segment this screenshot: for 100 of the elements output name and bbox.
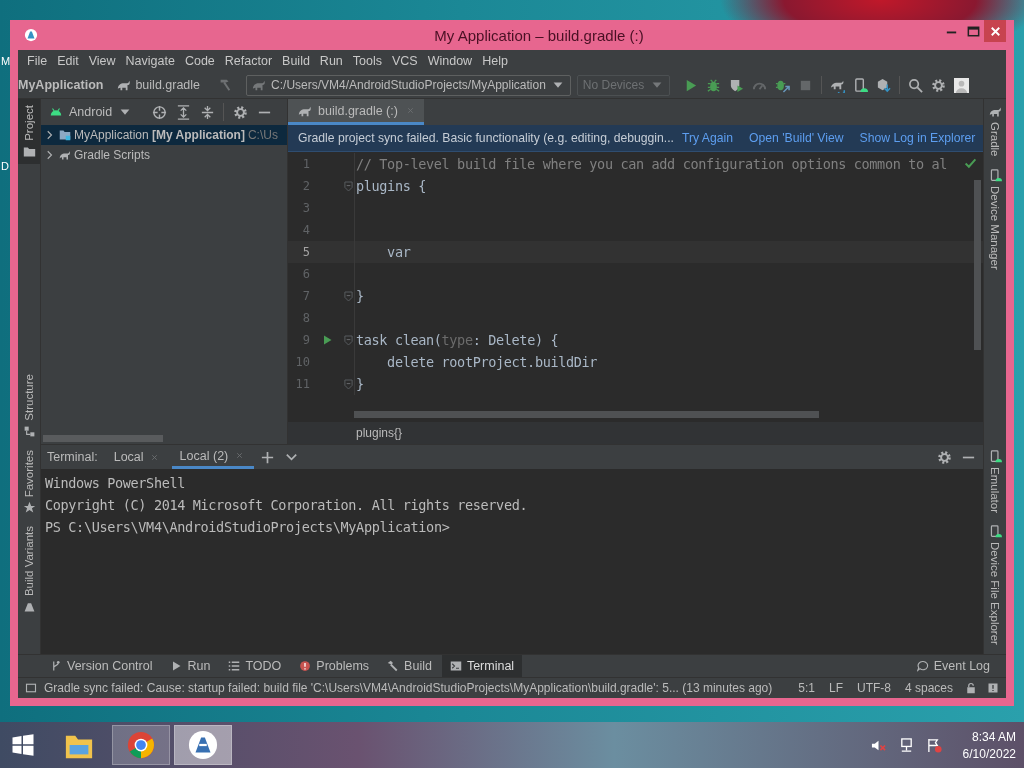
bug-icon[interactable] [706,77,722,93]
shield-run-icon[interactable] [729,77,745,93]
studio-icon[interactable] [188,730,218,760]
tool-window-button[interactable]: Terminal [441,655,523,677]
flag-icon[interactable] [927,737,943,753]
terminal-tab[interactable]: Local [105,445,170,469]
app-logo-icon [24,28,38,42]
code-line: } [355,288,364,304]
error-icon [299,660,312,672]
fold-marker-icon[interactable] [344,290,353,302]
tool-window-button[interactable]: TODO [220,655,290,677]
fold-marker-icon[interactable] [344,378,353,390]
phone-icon [988,168,1002,182]
scrollbar-thumb[interactable] [43,435,163,442]
menu-item[interactable]: VCS [387,52,423,70]
status-item[interactable]: UTF-8 [851,681,896,695]
package-download-icon[interactable] [876,77,892,93]
scrollbar-thumb[interactable] [354,411,819,418]
notification-icon[interactable] [987,682,999,694]
structure-icon [22,425,36,438]
terminal-tab[interactable]: Local (2) [171,445,255,469]
phone-icon[interactable] [853,77,869,93]
panel-toggle-icon[interactable] [25,682,37,694]
event-log-button[interactable]: Event Log [908,655,998,677]
plus-icon[interactable] [259,449,275,465]
elephant-icon [252,78,267,92]
folder-icon [22,144,36,158]
tool-window-tab[interactable]: Favorites [18,444,40,521]
breadcrumb-text: plugins{} [356,426,403,440]
settings-icon[interactable] [931,77,947,93]
status-message: Gradle sync failed: Cause: startup failed: build file 'C:\Users\VM4\AndroidStudioProjects\MyApplication\build.gradle': 5... (13 minutes ago) [44,681,773,695]
banner-link[interactable]: Show Log in Explorer [859,131,976,145]
tool-window-tab[interactable]: Gradle [984,99,1006,163]
banner-link[interactable]: Try Again [682,131,734,145]
tool-window-button[interactable]: Build [379,655,440,677]
desktop-icon-label: D [1,160,10,172]
tool-window-tab[interactable]: Device Manager [984,162,1006,276]
banner-message: Gradle project sync failed. Basic functionality (e.g. editing, debuggin... [298,131,674,145]
menu-item[interactable]: Tools [347,52,387,70]
module-folder-icon [59,129,71,141]
line-number: 9 [301,333,310,347]
windows-logo-icon[interactable] [11,733,35,757]
status-item[interactable]: 4 spaces [899,681,958,695]
breadcrumb-item[interactable]: MyApplication [18,76,108,94]
tool-window-tab[interactable]: Structure [18,368,40,444]
fold-marker-icon[interactable] [344,334,353,346]
browser-icon[interactable] [126,730,156,760]
crosshair-icon[interactable] [151,104,167,120]
run-gutter-icon[interactable] [321,334,333,346]
padlock-icon[interactable] [965,682,977,694]
tool-window-tab[interactable]: Emulator [984,444,1006,520]
tool-window-button[interactable]: Run [162,655,219,677]
hammer-icon [387,660,400,672]
code-line: task clean(type: Delete) { [355,332,559,348]
line-number: 3 [301,201,310,215]
settings-icon[interactable] [232,104,248,120]
menu-item[interactable]: Help [477,52,513,70]
tool-window-tab[interactable]: Project [18,99,40,164]
collapse-all-icon[interactable] [199,104,215,120]
tool-window-button[interactable]: Version Control [42,655,161,677]
user-avatar-icon[interactable] [954,77,970,93]
breadcrumb-item[interactable]: build.gradle [117,76,205,94]
line-number: 11 [294,377,310,391]
tree-item[interactable]: Gradle Scripts [41,145,287,165]
menu-item[interactable]: Edit [52,52,84,70]
menu-item[interactable]: Window [422,52,478,70]
banner-link[interactable]: Open 'Build' View [749,131,844,145]
tool-window-button[interactable]: Problems [291,655,378,677]
menu-item[interactable]: Code [179,52,220,70]
clock-time[interactable]: 8:34 AM [971,729,1016,744]
clock-date[interactable]: 6/10/2022 [962,746,1016,761]
code-line: plugins { [355,178,426,194]
android-icon [49,105,63,119]
build-variants-icon [22,600,36,614]
status-item[interactable]: LF [823,681,848,695]
phone-icon [988,450,1002,463]
line-number: 7 [301,289,310,303]
settings-icon[interactable] [936,449,952,465]
expand-all-icon[interactable] [175,104,191,120]
menu-item[interactable]: Refactor [219,52,278,70]
menu-item[interactable]: Run [314,52,348,70]
scrollbar-thumb[interactable] [974,180,981,350]
tool-window-tab[interactable]: Device File Explorer [984,519,1006,651]
tree-item[interactable]: MyApplication [My Application] C:\Us [41,125,287,145]
network-icon[interactable] [899,737,915,753]
project-view-dropdown[interactable]: Android [49,105,133,119]
code-line: // Top-level build file where you can add configuration options common to al [355,156,948,172]
status-item[interactable]: 5:1 [793,681,820,695]
editor-tab[interactable]: build.gradle (:) [288,99,424,125]
menu-item[interactable]: File [22,52,53,70]
branch-icon [50,660,62,672]
menu-item[interactable]: Build [277,52,315,70]
panel-title: Terminal: [46,450,99,464]
run-configuration-dropdown[interactable]: C:/Users/VM4/AndroidStudioProjects/MyApplication [246,74,571,96]
line-number: 2 [301,179,310,193]
menu-item[interactable]: Navigate [120,52,180,70]
fold-marker-icon[interactable] [344,180,353,192]
search-icon[interactable] [908,77,924,93]
tool-window-tab[interactable]: Build Variants [18,520,40,620]
menu-item[interactable]: View [83,52,121,70]
